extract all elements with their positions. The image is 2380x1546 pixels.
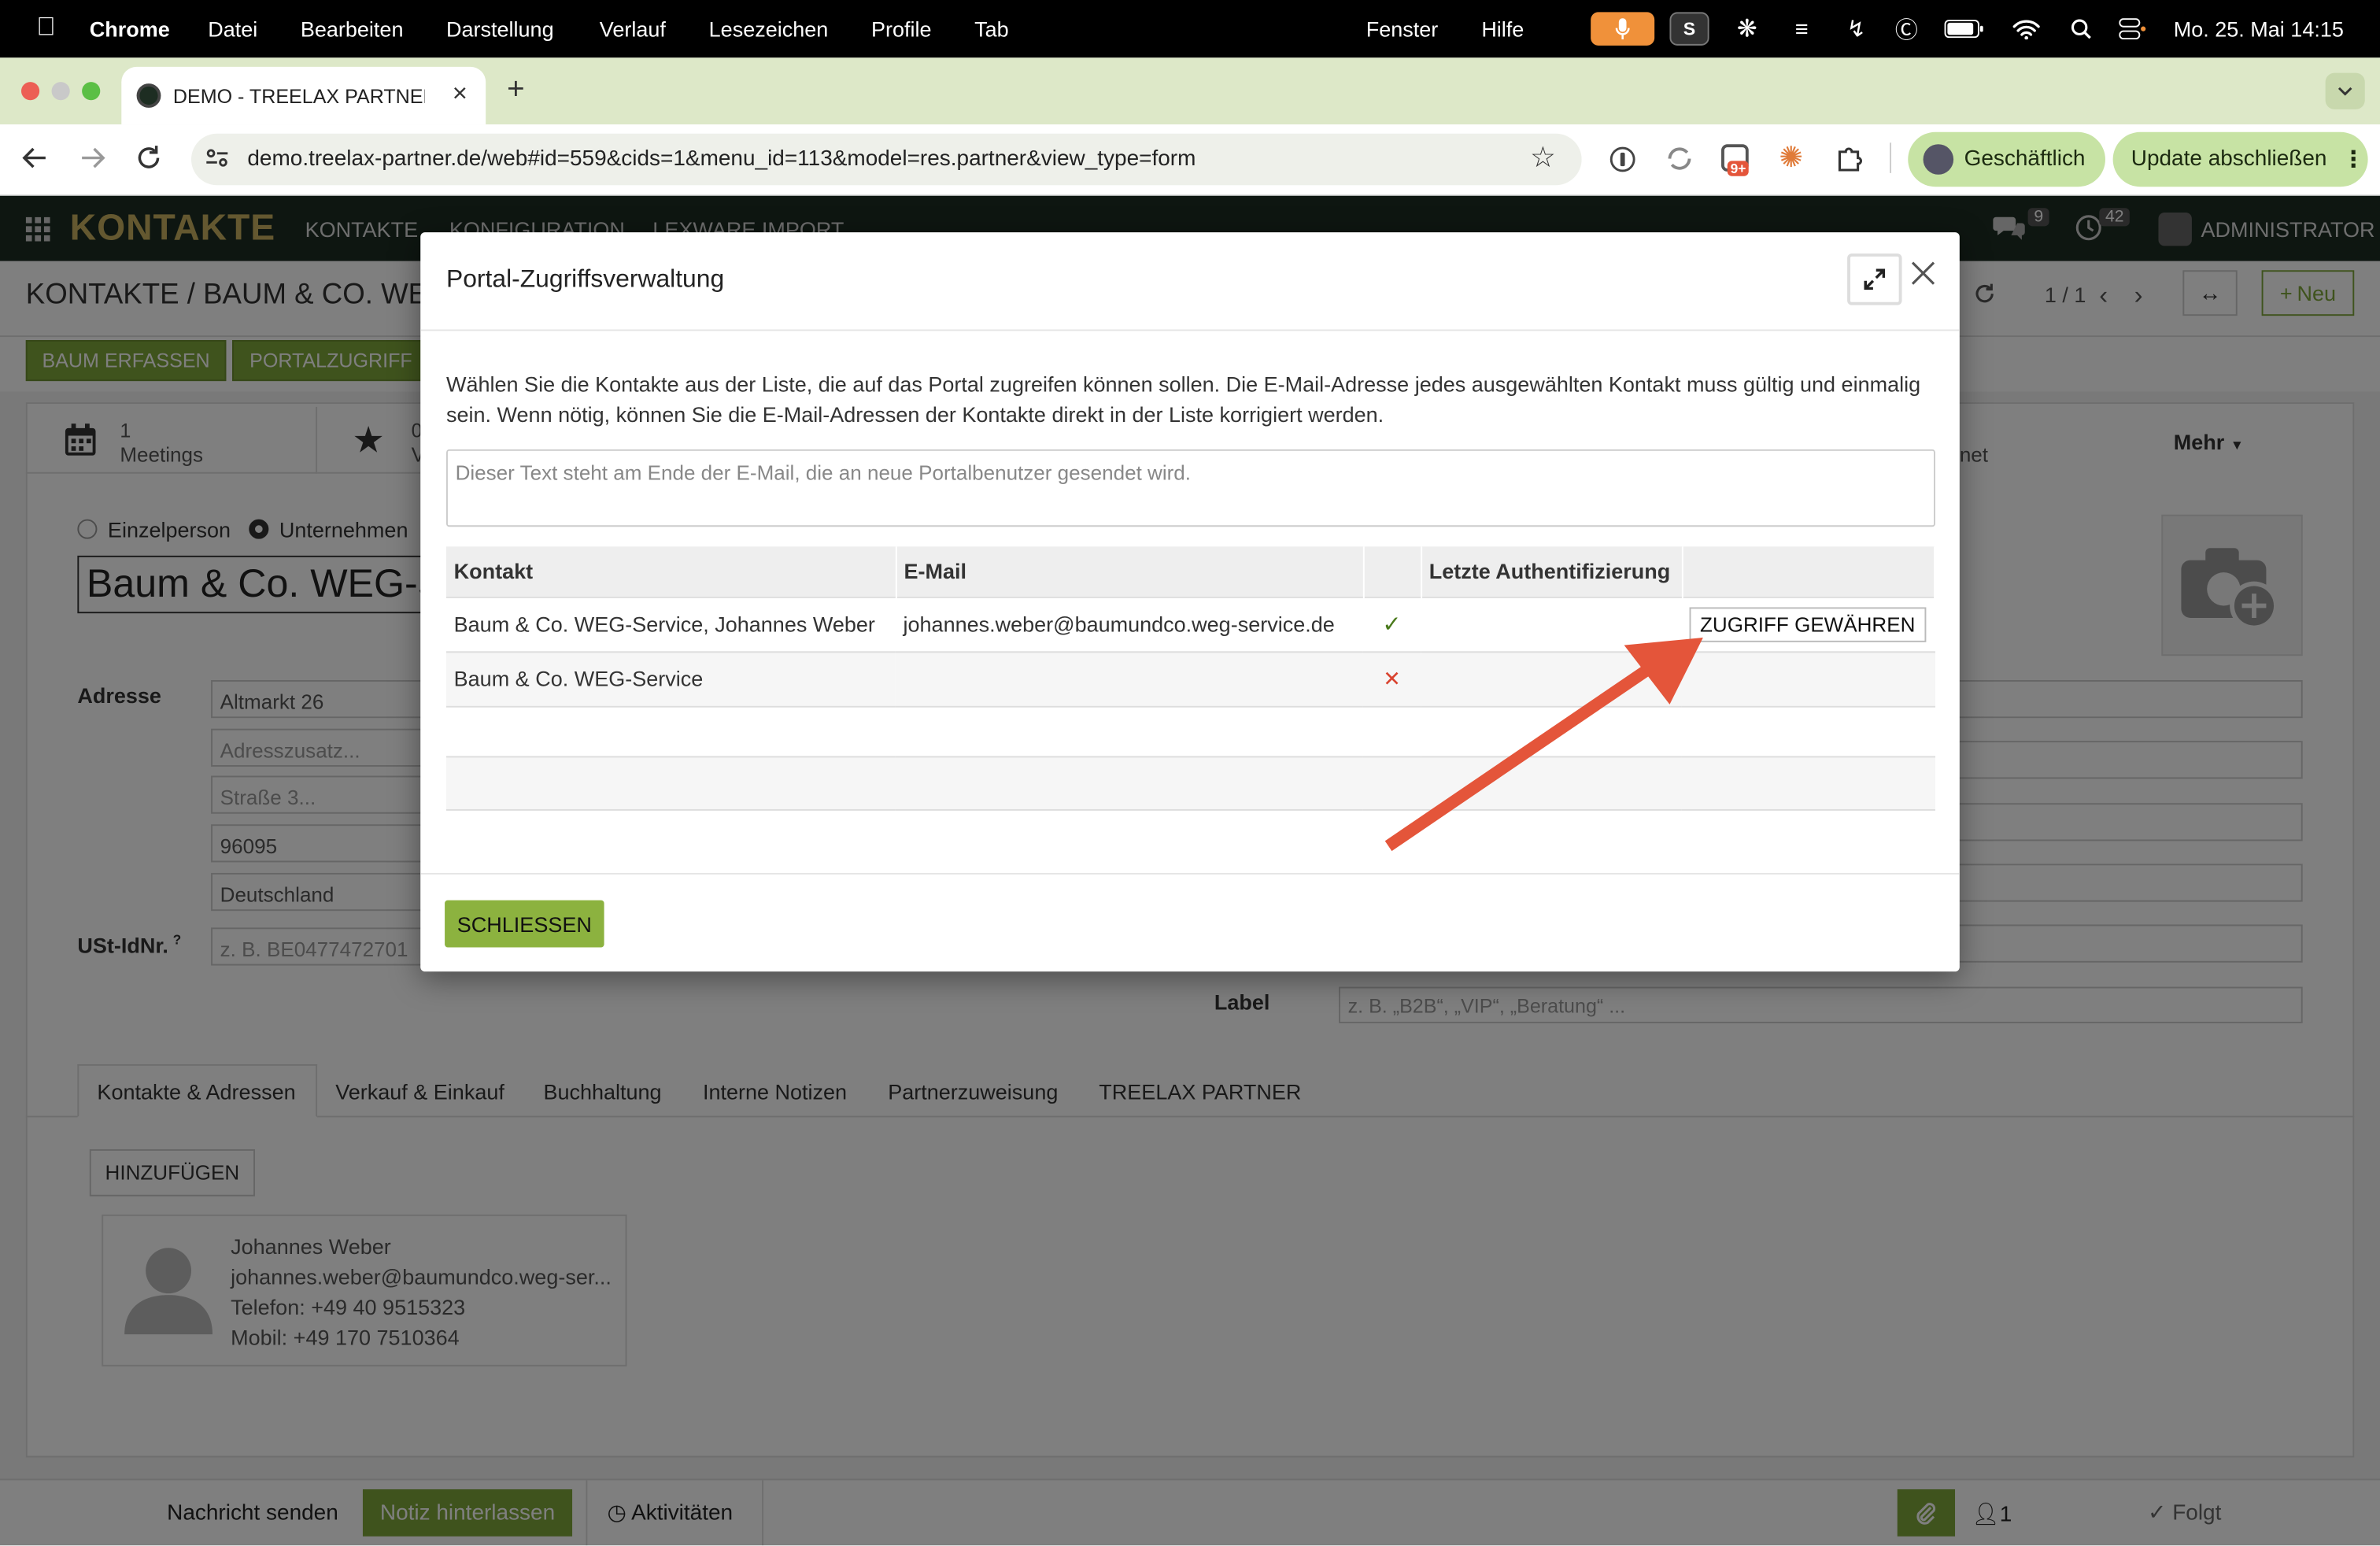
bolt-app-icon[interactable]: ↯: [1837, 12, 1876, 45]
annotation-arrow-icon: [1384, 638, 1703, 852]
menubar-tab[interactable]: Tab: [974, 17, 1009, 41]
macos-menubar:  Chrome Datei Bearbeiten Darstellung Ve…: [0, 0, 2380, 58]
menubar-bearbeiten[interactable]: Bearbeiten: [301, 17, 404, 41]
sparkle-icon[interactable]: ❋: [1728, 12, 1767, 45]
kebab-menu-icon[interactable]: ⋮: [2342, 146, 2365, 173]
menubar-datei[interactable]: Datei: [208, 17, 257, 41]
window-close-icon[interactable]: [21, 82, 40, 101]
col-last-auth[interactable]: Letzte Authentifizierung: [1421, 546, 1683, 597]
menubar-app-name[interactable]: Chrome: [90, 17, 170, 41]
expand-icon: [1864, 268, 1886, 290]
menubar-hilfe[interactable]: Hilfe: [1481, 17, 1524, 41]
forward-arrow-icon[interactable]: [79, 144, 106, 179]
update-browser-button[interactable]: Update abschließen ⋮: [2112, 131, 2368, 187]
menubar-datetime[interactable]: Mo. 25. Mai 14:15: [2174, 17, 2344, 41]
menubar-darstellung[interactable]: Darstellung: [446, 17, 554, 41]
sync-extension-icon[interactable]: [1665, 144, 1694, 180]
new-tab-icon[interactable]: +: [507, 73, 525, 108]
modal-title: Portal-Zugriffsverwaltung: [446, 265, 725, 294]
spotlight-search-icon[interactable]: [2061, 12, 2101, 45]
extensions-puzzle-icon[interactable]: [1835, 144, 1864, 180]
menubar-fenster[interactable]: Fenster: [1366, 17, 1439, 41]
password-manager-icon[interactable]: [1609, 146, 1636, 180]
bookmark-star-icon[interactable]: ☆: [1530, 141, 1556, 176]
profile-button[interactable]: Geschäftlich: [1908, 131, 2105, 187]
col-valid: [1362, 546, 1422, 597]
tab-favicon-icon: [136, 83, 161, 108]
s-app-icon[interactable]: S: [1669, 12, 1709, 46]
welcome-message-input[interactable]: Dieser Text steht am Ende der E-Mail, di…: [446, 449, 1935, 527]
modal-expand-button[interactable]: [1847, 253, 1902, 305]
close-dialog-button[interactable]: SCHLIESSEN: [445, 900, 604, 948]
menubar-lesezeichen[interactable]: Lesezeichen: [709, 17, 829, 41]
microphone-icon[interactable]: [1591, 12, 1655, 46]
wifi-icon[interactable]: [2007, 12, 2046, 45]
row-email[interactable]: [895, 650, 1363, 706]
profile-avatar-icon: [1923, 144, 1954, 175]
col-action: [1681, 546, 1935, 597]
control-center-icon[interactable]: [2113, 12, 2153, 45]
extension-badge: 9+: [1727, 161, 1750, 176]
site-settings-icon[interactable]: [203, 144, 231, 177]
modal-header-divider: [420, 329, 1960, 331]
modal-description: Wählen Sie die Kontakte aus der Liste, d…: [446, 372, 1921, 427]
tab-close-icon[interactable]: ×: [453, 79, 468, 109]
reload-icon[interactable]: [135, 144, 163, 179]
menubar-profile[interactable]: Profile: [871, 17, 932, 41]
col-kontakt[interactable]: Kontakt: [446, 546, 896, 597]
menubar-verlauf[interactable]: Verlauf: [600, 17, 666, 41]
tab-list-chevron-icon[interactable]: [2325, 72, 2365, 109]
col-email[interactable]: E-Mail: [895, 546, 1364, 597]
back-arrow-icon[interactable]: [21, 144, 49, 179]
stack-icon[interactable]: ≡: [1782, 12, 1821, 45]
row-contact[interactable]: Baum & Co. WEG-Service, Johannes Weber: [446, 595, 896, 652]
window-minimize-icon[interactable]: [51, 82, 70, 101]
address-bar[interactable]: demo.treelax-partner.de/web#id=559&cids=…: [191, 133, 1582, 186]
toolbar-divider: [1890, 142, 1892, 173]
claude-extension-icon[interactable]: ✺: [1779, 141, 1803, 176]
browser-tab-active[interactable]: DEMO - TREELAX PARTNER - ×: [121, 66, 486, 125]
row-contact[interactable]: Baum & Co. WEG-Service: [446, 650, 896, 706]
row-email[interactable]: johannes.weber@baumundco.weg-service.de: [895, 595, 1363, 652]
copyright-app-icon[interactable]: Ⓒ: [1887, 12, 1926, 45]
modal-footer-divider: [420, 872, 1960, 875]
profile-label: Geschäftlich: [1964, 147, 2086, 172]
tab-title: DEMO - TREELAX PARTNER -: [172, 85, 426, 108]
apple-icon[interactable]: : [36, 12, 56, 43]
window-zoom-icon[interactable]: [82, 82, 101, 101]
url-text[interactable]: demo.treelax-partner.de/web#id=559&cids=…: [247, 147, 1196, 172]
battery-icon[interactable]: [1940, 12, 1989, 45]
update-label: Update abschließen: [2131, 147, 2327, 172]
modal-close-icon[interactable]: [1911, 261, 1935, 294]
